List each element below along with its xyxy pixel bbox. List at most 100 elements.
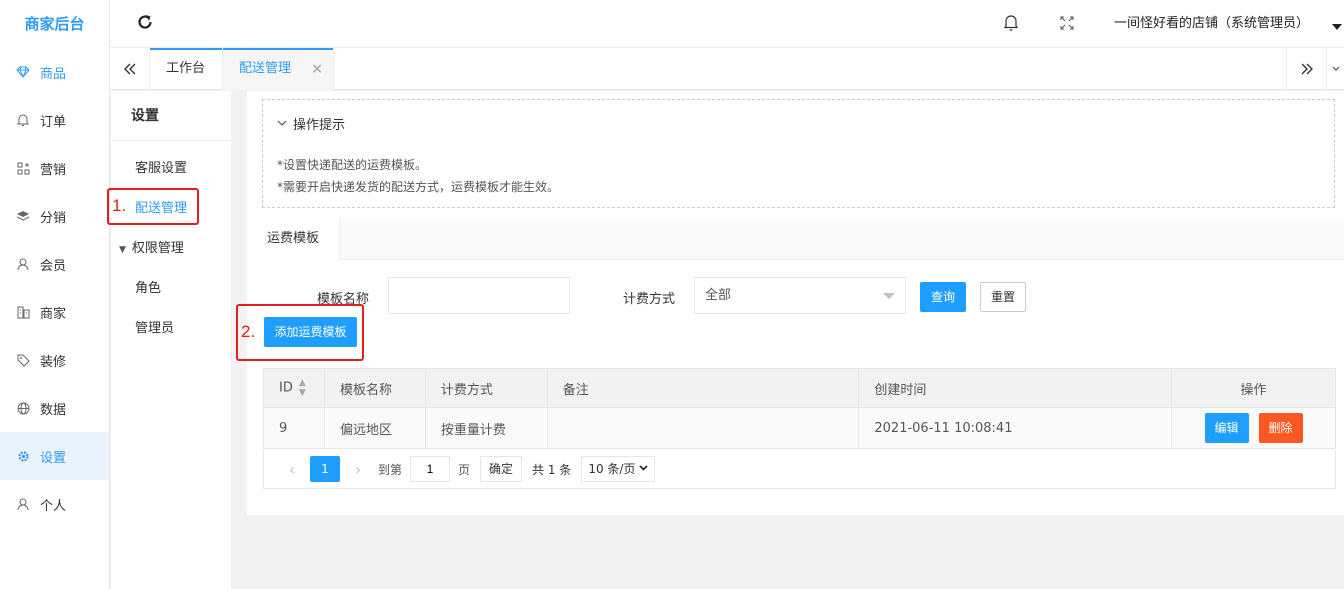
brand-title: 商家后台 (24, 15, 85, 33)
nav-item-personal[interactable]: 个人 (0, 480, 109, 528)
submenu-item-roles[interactable]: 角色 (111, 269, 231, 309)
cell-created: 2021-06-11 10:08:41 (858, 407, 1173, 449)
globe-icon (16, 401, 30, 415)
chevron-down-icon (277, 118, 287, 129)
nav-item-goods[interactable]: 商品 (0, 48, 109, 96)
sidebar: 商家后台 商品 订单 营销 分销 会员 商家 装修 数据 设置 个人 (0, 0, 110, 589)
annotation-label-step-1: 1. (112, 196, 127, 215)
cell-note (546, 407, 860, 449)
tips-panel: 操作提示 *设置快递配送的运费模板。 *需要开启快递发货的配送方式，运费模板才能… (262, 99, 1335, 208)
submenu-item-admins[interactable]: 管理员 (111, 309, 231, 349)
nav-label: 设置 (40, 450, 67, 466)
nav-item-distribution[interactable]: 分销 (0, 192, 109, 240)
nav-item-settings[interactable]: 设置 (0, 432, 109, 480)
close-icon[interactable]: × (311, 48, 323, 90)
template-name-input[interactable] (388, 277, 570, 314)
column-header-note: 备注 (546, 368, 860, 408)
billing-method-value: 全部 (705, 288, 732, 303)
bell-icon (16, 113, 30, 127)
caret-down-icon: ▼ (119, 245, 126, 255)
table-header-row: ID ▲ ▼ 模板名称 计费方式 备注 创建时间 操作 (263, 368, 1336, 408)
column-header-created: 创建时间 (858, 368, 1173, 408)
nav-item-marketing[interactable]: 营销 (0, 144, 109, 192)
sort-icon[interactable]: ▲ ▼ (299, 378, 306, 398)
page-number-current[interactable]: 1 (310, 456, 340, 482)
delete-button[interactable]: 删除 (1258, 413, 1303, 443)
table-row: 9 偏远地区 按重量计费 2021-06-11 10:08:41 编辑 删除 (263, 407, 1336, 449)
notification-bell-icon[interactable] (1003, 14, 1021, 34)
reset-button[interactable]: 重置 (980, 282, 1026, 312)
nav-label: 订单 (40, 114, 67, 130)
store-icon (16, 305, 30, 319)
query-button[interactable]: 查询 (920, 282, 966, 312)
annotation-box-step-2 (236, 304, 364, 361)
nav-label: 数据 (40, 402, 67, 418)
fullscreen-icon[interactable] (1060, 16, 1076, 32)
submenu-group-permissions[interactable]: ▼ 权限管理 (111, 229, 231, 269)
main-content: 操作提示 *设置快递配送的运费模板。 *需要开启快递发货的配送方式，运费模板才能… (247, 91, 1344, 515)
submenu-group-label: 权限管理 (131, 241, 184, 256)
user-icon (16, 257, 30, 271)
diamond-icon (16, 65, 30, 79)
page-jump-input[interactable] (410, 456, 451, 482)
cell-method: 按重量计费 (424, 407, 548, 449)
billing-method-select[interactable]: 全部 (694, 277, 906, 314)
column-header-name: 模板名称 (323, 368, 426, 408)
tips-title: 操作提示 (293, 118, 346, 133)
scroll-right-icon[interactable] (1286, 48, 1326, 90)
header-label: ID (279, 380, 293, 396)
cell-id: 9 (263, 407, 325, 449)
cell-name: 偏远地区 (323, 407, 426, 449)
confirm-jump-button[interactable]: 确定 (480, 456, 523, 482)
settings-submenu: 设置 客服设置 配送管理 ▼ 权限管理 角色 管理员 (111, 91, 231, 589)
top-header: 一间怪好看的店铺（系统管理员） (110, 0, 1344, 48)
column-header-actions: 操作 (1171, 368, 1336, 408)
nav-label: 营销 (40, 162, 67, 178)
layers-icon (16, 209, 30, 223)
goto-label: 到第 (378, 462, 403, 477)
page-size-select[interactable]: 10 条/页 (581, 456, 656, 482)
nav-label: 商品 (40, 66, 67, 82)
tab-label: 工作台 (166, 61, 206, 76)
nav-label: 装修 (40, 354, 67, 370)
nav-item-merchant[interactable]: 商家 (0, 288, 109, 336)
nav-label: 分销 (40, 210, 67, 226)
column-header-id[interactable]: ID ▲ ▼ (263, 368, 325, 408)
chevron-down-icon (639, 457, 649, 481)
cell-actions: 编辑 删除 (1171, 407, 1336, 449)
person-icon (16, 497, 30, 511)
user-menu[interactable]: 一间怪好看的店铺（系统管理员） (1114, 0, 1309, 48)
annotation-label-step-2: 2. (241, 322, 256, 341)
gear-icon (16, 449, 30, 463)
nav-item-orders[interactable]: 订单 (0, 96, 109, 144)
page-unit-label: 页 (458, 462, 471, 477)
tab-workbench[interactable]: 工作台 (150, 48, 223, 90)
page-tabs: 工作台 配送管理 × (110, 48, 1344, 90)
nav-label: 商家 (40, 306, 67, 322)
tab-shipping-templates[interactable]: 运费模板 (247, 218, 340, 261)
apps-icon (16, 161, 30, 175)
submenu-item-customer-service[interactable]: 客服设置 (111, 149, 231, 189)
edit-button[interactable]: 编辑 (1204, 413, 1249, 443)
nav-item-decoration[interactable]: 装修 (0, 336, 109, 384)
refresh-icon[interactable] (134, 13, 156, 35)
tips-toggle[interactable]: 操作提示 (277, 114, 345, 133)
pagination: ‹ 1 › 到第 页 确定 共 1 条 10 条/页 (263, 450, 1336, 489)
dropdown-arrow-icon (883, 293, 895, 299)
card-tabs: 运费模板 (247, 218, 1344, 261)
prev-page-icon[interactable]: ‹ (278, 460, 306, 479)
submenu-title: 设置 (111, 91, 231, 141)
tab-delivery-management[interactable]: 配送管理 × (223, 48, 334, 90)
scroll-left-icon[interactable] (110, 48, 150, 90)
template-table: ID ▲ ▼ 模板名称 计费方式 备注 创建时间 操作 9 偏远地区 按重量计费 2… (263, 368, 1336, 449)
nav-item-members[interactable]: 会员 (0, 240, 109, 288)
chevron-down-icon[interactable] (1326, 48, 1344, 90)
tag-icon (16, 353, 30, 367)
billing-method-label: 计费方式 (623, 292, 676, 307)
tips-line: *需要开启快递发货的配送方式，运费模板才能生效。 (277, 180, 560, 194)
nav-label: 个人 (40, 498, 67, 514)
chevron-down-icon[interactable] (1332, 20, 1342, 30)
next-page-icon[interactable]: › (344, 460, 372, 479)
total-count: 共 1 条 (532, 462, 572, 477)
nav-item-data[interactable]: 数据 (0, 384, 109, 432)
